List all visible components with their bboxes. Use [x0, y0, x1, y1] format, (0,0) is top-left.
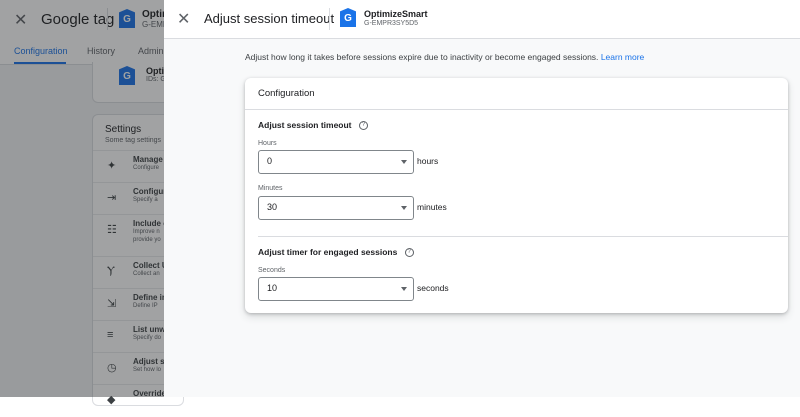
- tag-name: OptimizeSmart: [364, 9, 428, 19]
- panel-description: Adjust how long it takes before sessions…: [245, 52, 644, 62]
- chevron-down-icon: [401, 287, 407, 291]
- chevron-down-icon: [401, 206, 407, 210]
- seconds-unit: seconds: [417, 283, 449, 293]
- session-timeout-heading: Adjust session timeout ?: [258, 120, 368, 131]
- configuration-card: Configuration Adjust session timeout ? H…: [245, 78, 788, 313]
- hours-select[interactable]: 0: [258, 150, 414, 174]
- description-text: Adjust how long it takes before sessions…: [245, 52, 599, 62]
- close-icon[interactable]: ✕: [177, 9, 190, 29]
- chevron-down-icon: [401, 160, 407, 164]
- minutes-unit: minutes: [417, 202, 447, 212]
- divider: [245, 109, 788, 110]
- seconds-value: 10: [267, 283, 278, 293]
- engaged-sessions-title: Adjust timer for engaged sessions: [258, 247, 398, 257]
- card-title: Configuration: [258, 88, 315, 99]
- session-timeout-title: Adjust session timeout: [258, 120, 352, 130]
- seconds-label: Seconds: [258, 267, 286, 274]
- tag-id: G-EMPR3SY5D5: [364, 20, 419, 27]
- minutes-label: Minutes: [258, 185, 283, 192]
- divider: [258, 236, 788, 237]
- google-tag-icon: G: [340, 8, 356, 27]
- panel-title: Adjust session timeout: [204, 11, 335, 26]
- help-icon[interactable]: ?: [404, 248, 414, 258]
- hours-unit: hours: [417, 156, 439, 166]
- panel-header: ✕ Adjust session timeout G OptimizeSmart…: [164, 0, 800, 39]
- hours-label: Hours: [258, 140, 277, 147]
- seconds-select[interactable]: 10: [258, 277, 414, 301]
- minutes-select[interactable]: 30: [258, 196, 414, 220]
- engaged-sessions-heading: Adjust timer for engaged sessions ?: [258, 247, 414, 258]
- help-icon[interactable]: ?: [358, 121, 368, 131]
- learn-more-link[interactable]: Learn more: [601, 52, 644, 62]
- minutes-value: 30: [267, 202, 278, 212]
- hours-value: 0: [267, 156, 273, 166]
- adjust-session-timeout-panel: ✕ Adjust session timeout G OptimizeSmart…: [164, 0, 800, 397]
- divider: [329, 8, 330, 30]
